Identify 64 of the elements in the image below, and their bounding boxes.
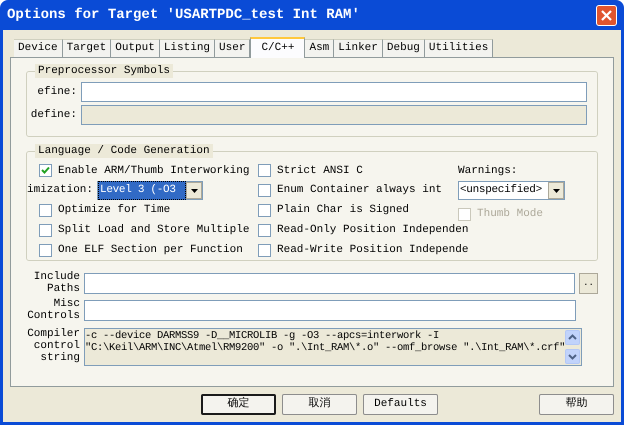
input-field[interactable] <box>81 82 587 102</box>
close-icon <box>601 10 612 20</box>
tab[interactable]: C/C++ <box>250 37 306 58</box>
checkbox[interactable] <box>39 204 52 217</box>
field-label: Include <box>32 271 80 283</box>
compiler-string-line: "C:\Keil\ARM\INC\Atmel\RM9200" -o ".\Int_RAM\*.o" --omf_browse ".\Int_RAM\*.crf" <box>85 342 566 354</box>
dialog-button[interactable]: Defaults <box>363 394 438 414</box>
field-label: Compiler <box>26 328 80 340</box>
checkbox-label: Enum Container always int <box>277 183 442 198</box>
checkbox[interactable] <box>258 224 271 237</box>
field-label: Paths <box>46 283 80 295</box>
tab[interactable]: User <box>215 39 250 57</box>
dialog-button[interactable]: 取消 <box>282 394 357 414</box>
field-label: imization: <box>27 183 94 198</box>
dialog-button[interactable]: 确定 <box>201 394 276 414</box>
checkbox-label: Plain Char is Signed <box>277 203 410 218</box>
scroll-up-button[interactable] <box>565 330 580 345</box>
checkbox[interactable] <box>258 184 271 198</box>
field-label: control <box>32 340 80 352</box>
checkbox-label: Read-Only Position Independen <box>277 223 468 238</box>
compiler-string-field[interactable]: -c --device DARMSS9 -D__MICROLIB -g -O3 --apcs=interwork -I "C:\Keil\ARM\INC\Atmel\RM9200" -o ".\Int_RAM\*.o" --omf_browse ".\Int_RAM\*.crf" <box>84 328 582 366</box>
window-title: Options for Target 'USARTPDC_test Int RAM' <box>7 6 361 24</box>
field-label: string <box>39 352 80 364</box>
tab[interactable]: Target <box>62 39 112 57</box>
scroll-down-button[interactable] <box>565 349 580 364</box>
checkbox-label: One ELF Section per Function <box>58 242 243 258</box>
tab[interactable]: Device <box>14 39 63 57</box>
field-label: Controls <box>26 310 80 322</box>
browse-button[interactable]: .. <box>579 272 598 294</box>
group-title: Language / Code Generation <box>35 144 213 158</box>
checkbox-label: Thumb Mode <box>477 206 544 222</box>
checkbox-label: Optimize for Time <box>58 203 170 218</box>
checkbox-label: Enable ARM/Thumb Interworking <box>58 164 250 179</box>
checkbox-label: Split Load and Store Multiple <box>58 223 250 238</box>
dropdown[interactable]: Level 3 (-O3 <box>97 181 204 200</box>
tab[interactable]: Output <box>111 39 160 57</box>
field-label: efine: <box>36 84 77 100</box>
group-title: Preprocessor Symbols <box>35 64 174 78</box>
checkbox[interactable] <box>258 244 271 257</box>
close-button[interactable] <box>596 4 617 26</box>
checkbox[interactable] <box>258 164 271 178</box>
tab[interactable]: Linker <box>334 39 383 57</box>
tab[interactable]: Asm <box>305 39 334 57</box>
tab[interactable]: Listing <box>160 39 216 57</box>
field-label: Misc <box>52 298 80 310</box>
dialog-button[interactable]: 帮助 <box>539 394 614 414</box>
input-field[interactable] <box>84 272 575 294</box>
dropdown-value: <unspecified> <box>459 183 543 198</box>
chevron-down-icon <box>568 352 578 361</box>
compiler-string-line: -c --device DARMSS9 -D__MICROLIB -g -O3 --apcs=interwork -I <box>85 330 440 342</box>
checkbox[interactable] <box>258 204 271 217</box>
checkbox[interactable] <box>39 224 52 237</box>
dropdown-value: Level 3 (-O3 <box>98 181 186 200</box>
field-label: define: <box>30 108 77 123</box>
dropdown[interactable]: <unspecified> <box>458 181 565 200</box>
field-label: Warnings: <box>458 164 518 179</box>
tab[interactable]: Utilities <box>424 39 494 57</box>
input-field[interactable] <box>84 300 576 320</box>
chevron-up-icon <box>568 333 578 342</box>
checkbox[interactable] <box>39 244 52 257</box>
tab[interactable]: Debug <box>382 39 425 57</box>
checkbox-label: Strict ANSI C <box>277 164 363 179</box>
checkbox[interactable] <box>39 164 52 178</box>
checkbox-label: Read-Write Position Independe <box>277 242 468 258</box>
